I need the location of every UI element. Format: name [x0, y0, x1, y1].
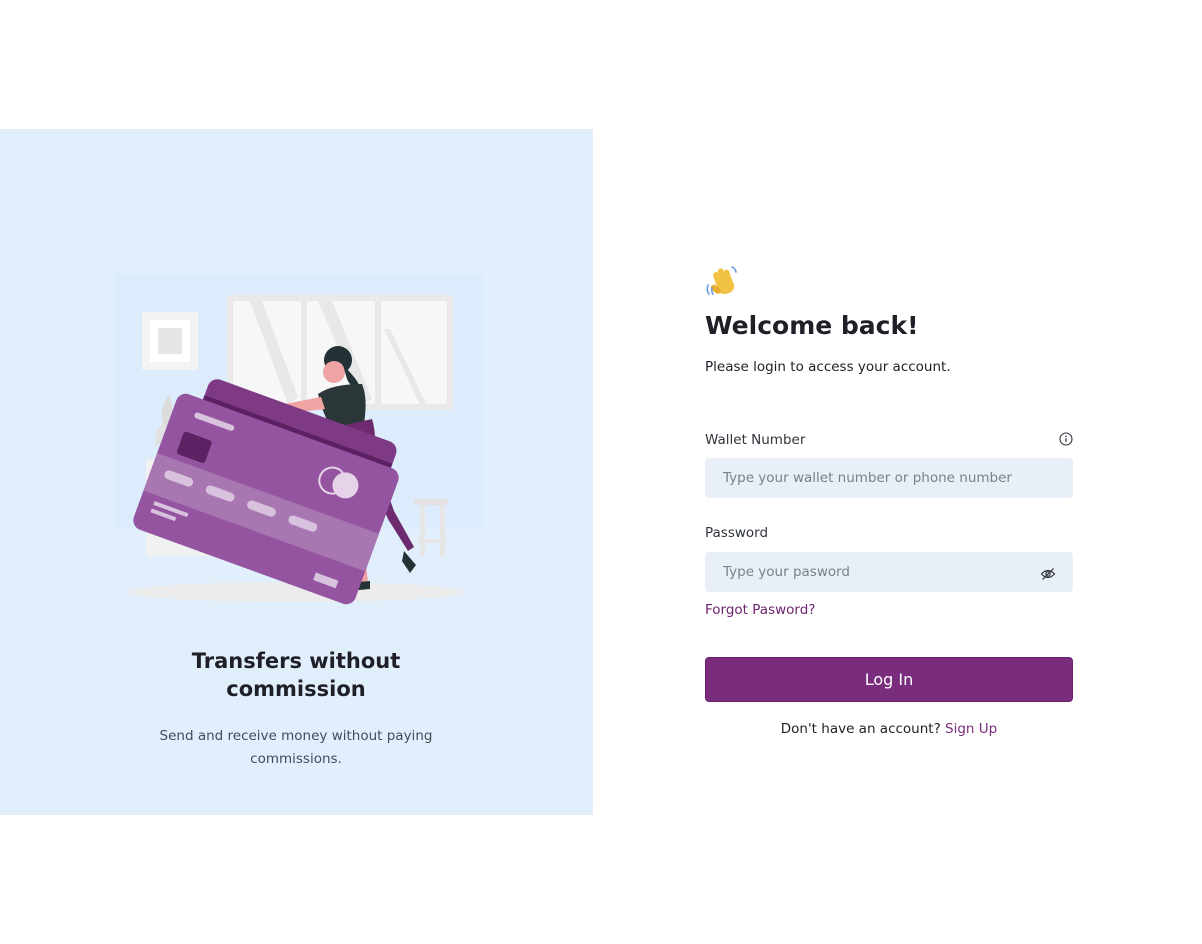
- waving-hand-icon: [706, 266, 737, 295]
- page-title: Welcome back!: [705, 311, 919, 340]
- page-subtitle: Please login to access your account.: [705, 359, 951, 375]
- promo-title-line-2: commission: [226, 677, 366, 701]
- signup-link[interactable]: Sign Up: [945, 721, 997, 737]
- promo-description-line-1: Send and receive money without paying: [159, 728, 433, 744]
- wallet-number-label: Wallet Number: [705, 432, 806, 448]
- eye-slash-icon[interactable]: [1040, 566, 1056, 582]
- signup-prompt-text: Don't have an account?: [780, 721, 941, 737]
- wallet-number-input[interactable]: [705, 458, 1073, 498]
- signup-prompt: Don't have an account? Sign Up: [705, 719, 1073, 739]
- info-icon[interactable]: [1059, 432, 1073, 446]
- promo-title: Transfers without commission: [96, 647, 496, 703]
- password-input[interactable]: [705, 552, 1073, 592]
- forgot-password-link[interactable]: Forgot Pasword?: [705, 601, 815, 619]
- woman-with-credit-cards-illustration: [115, 274, 483, 605]
- promo-description-line-2: commissions.: [250, 751, 342, 767]
- promo-description: Send and receive money without paying co…: [140, 725, 452, 771]
- login-button[interactable]: Log In: [705, 657, 1073, 702]
- password-label: Password: [705, 525, 769, 541]
- promo-title-line-1: Transfers without: [191, 649, 401, 673]
- promo-panel: Transfers without commission Send and re…: [0, 129, 593, 815]
